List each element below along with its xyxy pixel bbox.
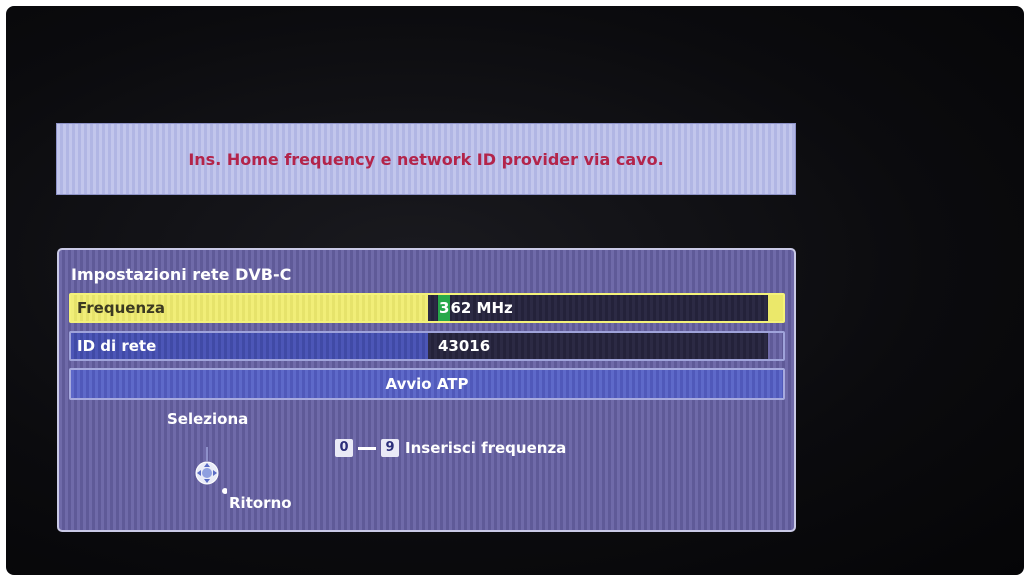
dpad-icon (195, 447, 227, 494)
number-keys-action: Inserisci frequenza (405, 439, 567, 457)
key-0-icon: 0 (335, 439, 353, 457)
frequency-row[interactable]: Frequenza 362 MHz (69, 293, 785, 323)
dvb-c-settings-panel: Impostazioni rete DVB-C Frequenza 362 MH… (57, 248, 796, 532)
tv-screen: Ins. Home frequency e network ID provide… (6, 6, 1024, 575)
panel-title: Impostazioni rete DVB-C (71, 265, 292, 284)
select-hint: Seleziona (167, 410, 249, 428)
frequency-label: Frequenza (71, 295, 428, 321)
banner-message: Ins. Home frequency e network ID provide… (188, 149, 664, 169)
number-keys-hint: 0 9 Inserisci frequenza (335, 439, 566, 457)
input-cursor: 3 (438, 295, 451, 321)
range-dash-icon (358, 446, 376, 450)
network-id-field[interactable]: 43016 (428, 333, 768, 359)
frequency-field[interactable]: 362 MHz (428, 295, 768, 321)
start-atp-button[interactable]: Avvio ATP (69, 368, 785, 400)
key-9-icon: 9 (381, 439, 399, 457)
return-hint: Ritorno (229, 494, 292, 512)
network-id-label: ID di rete (71, 333, 428, 359)
network-id-row[interactable]: ID di rete 43016 (69, 331, 785, 361)
frequency-value: 62 MHz (450, 299, 513, 317)
instruction-banner: Ins. Home frequency e network ID provide… (56, 123, 796, 195)
